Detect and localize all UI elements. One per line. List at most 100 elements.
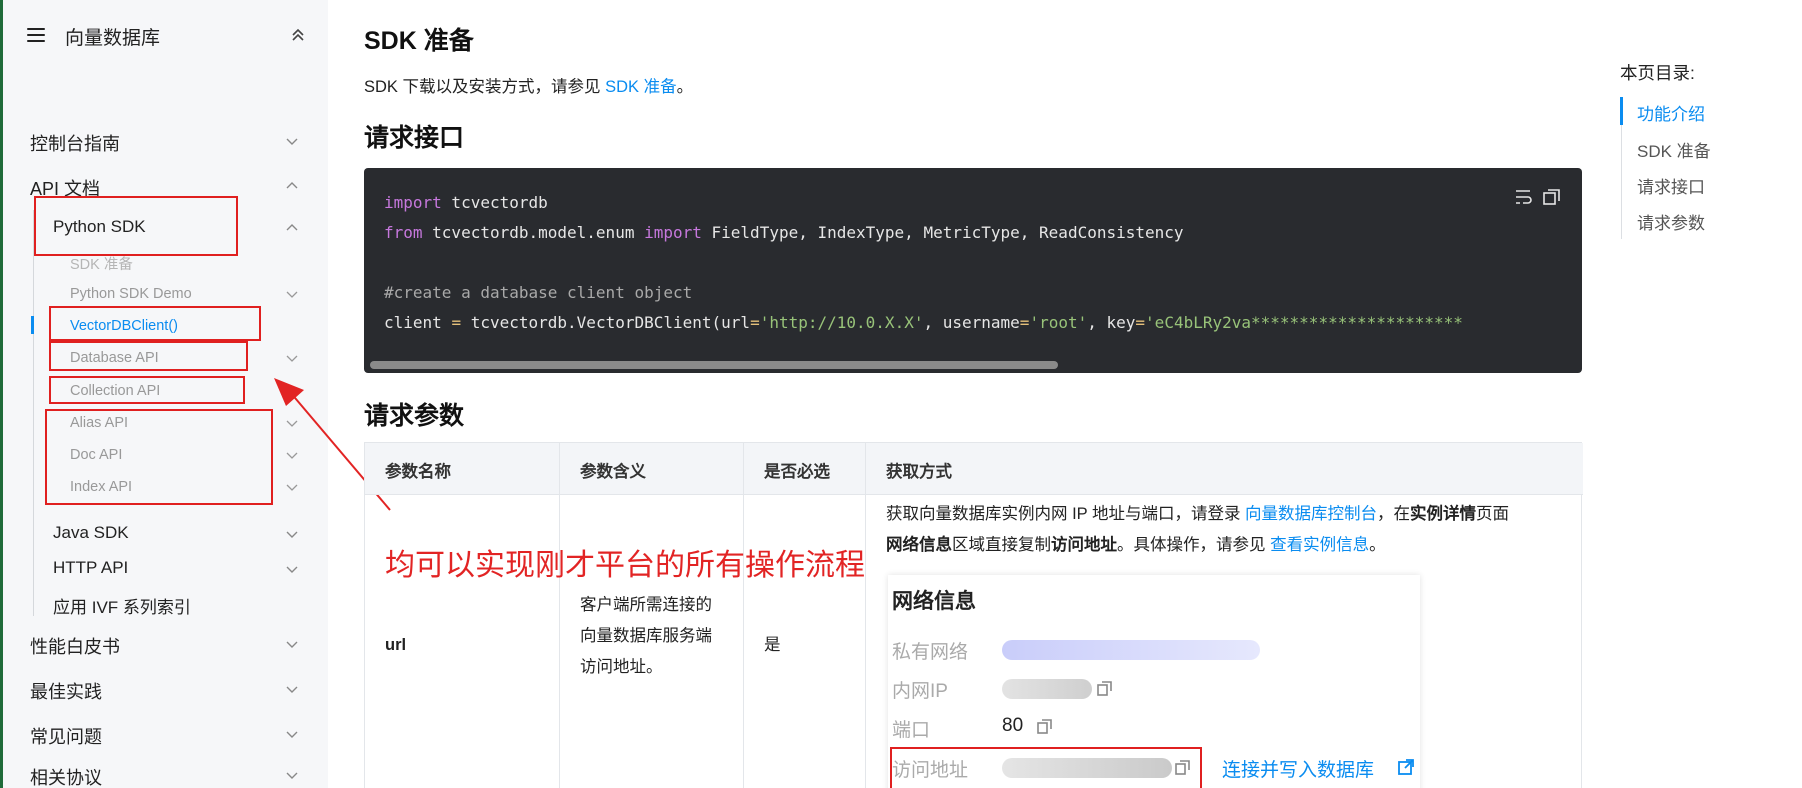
table-cell-meaning: 客户端所需连接的 向量数据库服务端 访问地址。	[560, 495, 744, 788]
table-of-contents: 本页目录: 功能介绍 SDK 准备 请求接口 请求参数	[1588, 0, 1802, 788]
code-text: , key	[1087, 313, 1136, 332]
code-text: tcvectordb.VectorDBClient(url	[461, 313, 751, 332]
sidebar-item-label: Alias API	[70, 415, 129, 431]
connect-database-link[interactable]: 连接并写入数据库	[1222, 755, 1374, 782]
tree-guide-line	[33, 210, 34, 616]
sidebar-item-label: 控制台指南	[30, 134, 120, 154]
code-keyword: import	[644, 223, 702, 242]
instance-info-link[interactable]: 查看实例信息	[1270, 536, 1369, 554]
external-link-icon[interactable]	[1397, 758, 1415, 776]
sidebar-item-label: Collection API	[70, 383, 161, 399]
sidebar-item-python-sdk-demo[interactable]: Python SDK Demo	[70, 286, 300, 306]
chevron-down-icon	[286, 355, 298, 362]
sidebar-item-label: 应用 IVF 系列索引	[53, 598, 191, 617]
how-line-2: 网络信息区域直接复制访问地址。具体操作，请参见 查看实例信息。	[886, 530, 1509, 561]
param-required: 是	[764, 636, 781, 654]
sdk-prep-link[interactable]: SDK 准备	[605, 78, 677, 96]
how-bold: 访问地址	[1051, 536, 1117, 554]
table-header-required: 是否必选	[744, 443, 866, 495]
copy-icon[interactable]	[1174, 758, 1192, 776]
sidebar-item-label: VectorDBClient()	[70, 318, 178, 334]
code-toolbar	[1516, 189, 1560, 205]
scrollbar-thumb[interactable]	[370, 361, 1058, 369]
console-link[interactable]: 向量数据库控制台	[1245, 505, 1377, 523]
sidebar-header: 向量数据库	[27, 22, 307, 52]
heading-sdk-prep: SDK 准备	[364, 27, 474, 55]
sidebar-title: 向量数据库	[65, 28, 161, 49]
toc-title: 本页目录:	[1620, 63, 1695, 83]
how-to-get-text: 获取向量数据库实例内网 IP 地址与端口，请登录 向量数据库控制台，在实例详情页…	[886, 499, 1509, 561]
toc-active-indicator	[1620, 97, 1623, 125]
meaning-line: 访问地址。	[580, 658, 663, 676]
code-operator: =	[451, 313, 462, 332]
sidebar-item-http-api[interactable]: HTTP API	[53, 556, 300, 582]
code-comment: #create a database client object	[384, 283, 693, 302]
sidebar-item-python-sdk[interactable]: Python SDK	[53, 215, 300, 241]
redacted-value	[1002, 758, 1172, 778]
code-string: 'root'	[1029, 313, 1088, 332]
code-block: import tcvectordb from tcvectordb.model.…	[364, 168, 1582, 373]
sidebar-item-ivf-index[interactable]: 应用 IVF 系列索引	[53, 591, 300, 617]
sidebar-item-label: Java SDK	[53, 523, 129, 542]
heading-request-params: 请求参数	[364, 402, 465, 430]
sidebar-item-best-practice[interactable]: 最佳实践	[30, 676, 300, 702]
sidebar-item-collection-api[interactable]: Collection API	[70, 383, 300, 403]
active-indicator	[31, 316, 34, 334]
chevron-up-icon	[286, 224, 298, 231]
code-string: 'eC4bLRy2va**********************	[1145, 313, 1463, 332]
main-content: SDK 准备 SDK 下载以及安装方式，请参见 SDK 准备。 请求接口 imp…	[328, 0, 1588, 788]
table-header-meaning: 参数含义	[560, 443, 744, 495]
chevron-up-icon	[286, 182, 298, 189]
toc-item-sdk-prep[interactable]: SDK 准备	[1637, 137, 1711, 162]
sidebar-item-java-sdk[interactable]: Java SDK	[53, 521, 300, 547]
code-text: FieldType, IndexType, MetricType, ReadCo…	[701, 223, 1184, 242]
wrap-lines-icon[interactable]	[1516, 190, 1532, 204]
sidebar-item-alias-api[interactable]: Alias API	[70, 415, 300, 435]
chevron-down-icon	[286, 731, 298, 738]
toc-item-request-interface[interactable]: 请求接口	[1637, 173, 1705, 198]
sidebar-item-database-api[interactable]: Database API	[70, 350, 300, 370]
redacted-value	[1002, 640, 1260, 660]
table-cell-how-to-get: 获取向量数据库实例内网 IP 地址与端口，请登录 向量数据库控制台，在实例详情页…	[866, 495, 1583, 788]
how-line-1: 获取向量数据库实例内网 IP 地址与端口，请登录 向量数据库控制台，在实例详情页…	[886, 499, 1509, 530]
horizontal-scrollbar[interactable]	[368, 361, 1576, 369]
how-text: 区域直接复制	[952, 536, 1051, 554]
copy-icon[interactable]	[1036, 717, 1054, 735]
code-line: import tcvectordb	[384, 193, 548, 212]
private-network-label: 私有网络	[892, 642, 969, 663]
code-operator: =	[1135, 313, 1146, 332]
sidebar-item-doc-api[interactable]: Doc API	[70, 447, 300, 467]
how-text: ，在	[1377, 505, 1411, 523]
paragraph-text: SDK 下载以及安装方式，请参见	[364, 78, 606, 96]
params-table: 参数名称 参数含义 是否必选 获取方式 url 客户端所需连接的 向量数据库服务…	[364, 442, 1583, 788]
sidebar-item-sdk-prep[interactable]: SDK 准备	[70, 253, 300, 273]
sidebar-item-vectordbclient[interactable]: VectorDBClient()	[70, 318, 300, 338]
code-keyword: import	[384, 193, 442, 212]
toc-item-request-params[interactable]: 请求参数	[1637, 209, 1705, 234]
chevron-down-icon	[286, 531, 298, 538]
sidebar-item-label: Index API	[70, 479, 133, 495]
copy-icon[interactable]	[1096, 679, 1114, 697]
sidebar-item-api-docs[interactable]: API 文档	[30, 173, 300, 199]
sidebar-item-index-api[interactable]: Index API	[70, 479, 300, 499]
port-label: 端口	[892, 720, 931, 741]
meaning-line: 客户端所需连接的	[580, 596, 712, 614]
sidebar-item-agreements[interactable]: 相关协议	[30, 762, 300, 788]
sidebar-item-whitepaper[interactable]: 性能白皮书	[30, 631, 300, 657]
sidebar-item-label: Python SDK Demo	[70, 286, 192, 302]
sidebar-item-faq[interactable]: 常见问题	[30, 721, 300, 747]
double-chevron-up-icon[interactable]	[289, 26, 307, 44]
toc-item-features[interactable]: 功能介绍	[1637, 100, 1705, 125]
how-text: 。具体操作，请参见	[1117, 536, 1271, 554]
how-text: 获取向量数据库实例内网 IP 地址与端口，请登录	[886, 505, 1246, 523]
sidebar-item-console-guide[interactable]: 控制台指南	[30, 128, 300, 154]
code-text: tcvectordb.model.enum	[422, 223, 645, 242]
internal-ip-label: 内网IP	[892, 681, 948, 702]
access-address-label: 访问地址	[892, 760, 969, 781]
copy-icon[interactable]	[1543, 189, 1560, 205]
code-text: , username	[923, 313, 1020, 332]
menu-icon[interactable]	[27, 28, 45, 42]
how-text: 。	[1369, 536, 1386, 554]
param-name: url	[385, 636, 407, 654]
chevron-down-icon	[286, 566, 298, 573]
